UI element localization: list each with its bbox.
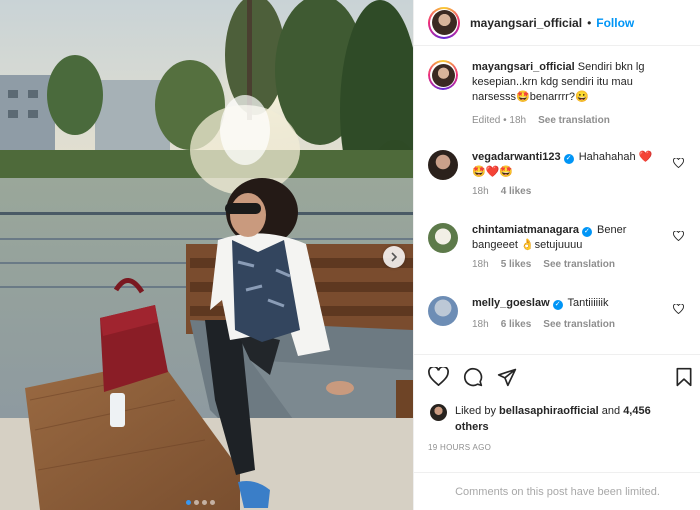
bookmark-icon[interactable] — [675, 367, 693, 387]
caption-edited: Edited — [472, 115, 501, 126]
next-slide-button[interactable] — [383, 246, 405, 268]
comment-username[interactable]: vegadarwanti123 — [472, 151, 561, 163]
comment-time: 18h — [472, 186, 489, 197]
post-photo[interactable] — [0, 0, 413, 510]
caption-username[interactable]: mayangsari_official — [472, 61, 575, 73]
photo-scene — [0, 0, 413, 510]
caption-avatar[interactable] — [428, 60, 458, 90]
comment-likes[interactable]: 5 likes — [501, 259, 532, 270]
likes-and: and — [601, 405, 621, 417]
author-avatar[interactable] — [428, 6, 460, 39]
header-separator: • — [587, 15, 592, 30]
carousel-dot — [194, 500, 199, 505]
comments-limited-notice: Comments on this post have been limited. — [414, 472, 700, 510]
follow-button[interactable]: Follow — [596, 16, 634, 30]
comment-username[interactable]: chintamiatmanagara — [472, 224, 579, 236]
caption-see-translation[interactable]: See translation — [538, 115, 610, 126]
comment-avatar[interactable] — [428, 223, 458, 253]
comment-text: Tantiiiiiik — [567, 297, 609, 309]
heart-icon[interactable] — [673, 231, 684, 241]
verified-icon: ✓ — [581, 227, 592, 237]
comment-time: 18h — [472, 319, 489, 330]
carousel-dot — [210, 500, 215, 505]
comment-see-translation[interactable]: See translation — [543, 259, 615, 270]
comment-item: melly_goeslaw ✓ Tantiiiiiik 18h 6 likes S… — [428, 296, 690, 330]
caption: mayangsari_official Sendiri bkn lg kesep… — [428, 60, 690, 126]
carousel-dots — [186, 500, 215, 505]
post-header: mayangsari_official • Follow — [414, 0, 700, 46]
carousel-dot — [202, 500, 207, 505]
liker-username[interactable]: bellasaphiraofficial — [499, 405, 599, 417]
comment-likes[interactable]: 4 likes — [501, 186, 532, 197]
comment-likes[interactable]: 6 likes — [501, 319, 532, 330]
comment-username[interactable]: melly_goeslaw — [472, 297, 550, 309]
comment-item: vegadarwanti123 ✓ Hahahahah ❤️🤩❤️🤩 18h 4 … — [428, 150, 690, 197]
carousel-dot — [186, 500, 191, 505]
comment-time: 18h — [472, 259, 489, 270]
post-panel: mayangsari_official • Follow mayangsari_… — [413, 0, 700, 510]
chevron-right-icon — [391, 252, 398, 262]
comment-icon[interactable] — [463, 367, 483, 387]
liked-by-label: Liked by — [455, 405, 496, 417]
comment-see-translation[interactable]: See translation — [543, 319, 615, 330]
post-time[interactable]: 19 HOURS AGO — [428, 443, 491, 452]
liker-avatar[interactable] — [430, 404, 447, 421]
heart-icon[interactable] — [673, 304, 684, 314]
comment-avatar[interactable] — [428, 150, 458, 180]
like-heart-icon[interactable] — [428, 367, 449, 386]
caption-time: 18h — [509, 115, 527, 126]
verified-icon: ✓ — [552, 300, 563, 310]
verified-icon: ✓ — [563, 154, 574, 164]
author-username[interactable]: mayangsari_official — [470, 16, 582, 30]
heart-icon[interactable] — [673, 158, 684, 168]
comment-avatar[interactable] — [428, 296, 458, 326]
share-icon[interactable] — [497, 367, 517, 387]
comments-list: mayangsari_official Sendiri bkn lg kesep… — [414, 46, 700, 354]
comment-item: chintamiatmanagara ✓ Bener bangeeet 👌setu… — [428, 223, 690, 270]
likes-summary: Liked by bellasaphiraofficial and 4,456 … — [430, 403, 655, 435]
post-actions: Liked by bellasaphiraofficial and 4,456 … — [414, 354, 700, 484]
